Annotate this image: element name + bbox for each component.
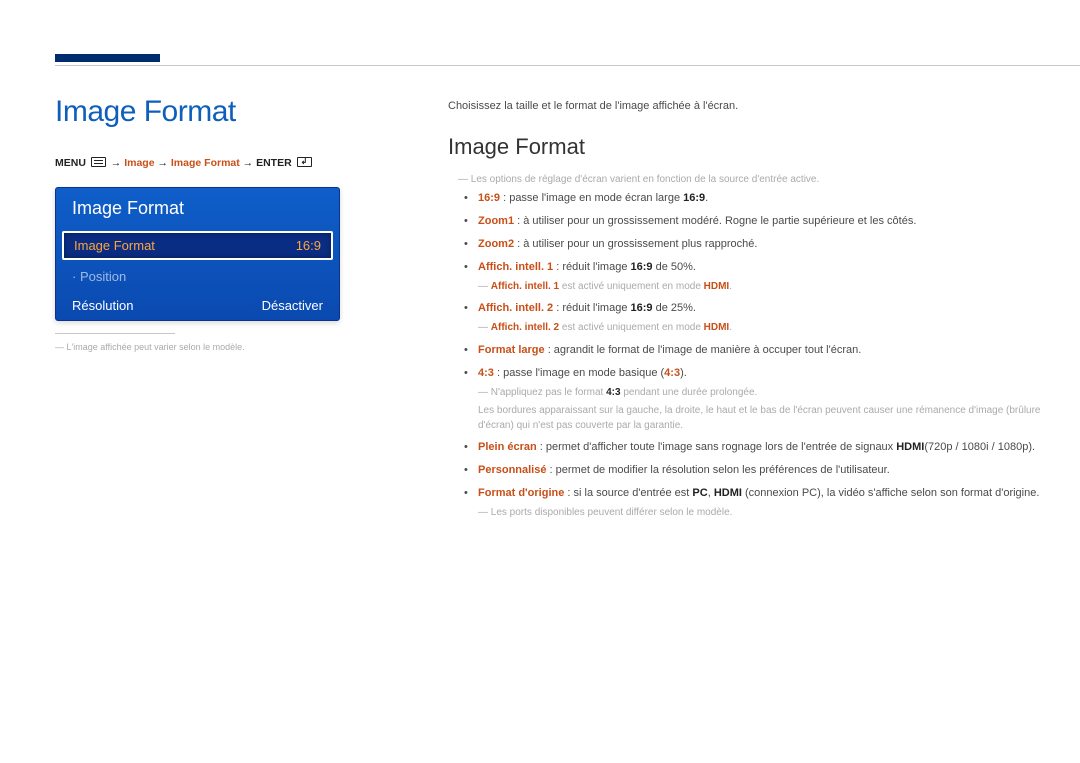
section-subtitle: Image Format (448, 134, 1045, 160)
opt-desc: : réduit l'image (553, 302, 630, 314)
opt-desc: : réduit l'image (553, 261, 630, 273)
opt-end: . (705, 192, 708, 204)
note-hdmi: HDMI (704, 322, 730, 333)
note-source-dependent: Les options de réglage d'écran varient e… (458, 174, 1045, 185)
menu-icon (91, 157, 106, 167)
osd-row-position[interactable]: Position (56, 262, 339, 291)
note-end: . (729, 281, 732, 292)
note-term: Affich. intell. 2 (491, 322, 559, 333)
opt-bold: 16:9 (683, 192, 705, 204)
opt-zoom1: Zoom1 : à utiliser pour un grossissement… (478, 214, 1045, 230)
breadcrumb-arrow1: → (111, 157, 124, 169)
opt-term: Format d'origine (478, 487, 564, 499)
opt-term: Zoom1 (478, 215, 514, 227)
opt-bold: 4:3 (664, 367, 680, 379)
opt-end: de 50%. (653, 261, 696, 273)
opt-desc: : permet d'afficher toute l'image sans r… (537, 441, 897, 453)
breadcrumb-image-format: Image Format (171, 157, 240, 169)
opt-bold: 16:9 (631, 302, 653, 314)
opt-original-note: Les ports disponibles peuvent différer s… (478, 506, 1045, 521)
opt-term: 4:3 (478, 367, 494, 379)
opt-smart1-note: Affich. intell. 1 est activé uniquement … (478, 280, 1045, 295)
opt-term: 16:9 (478, 192, 500, 204)
page-title: Image Format (55, 95, 365, 129)
opt-term: Format large (478, 344, 545, 356)
enter-icon (297, 157, 312, 167)
opt-term: Affich. intell. 2 (478, 302, 553, 314)
opt-smart2: Affich. intell. 2 : réduit l'image 16:9 … (478, 301, 1045, 335)
left-column: Image Format MENU → Image → Image Format… (55, 95, 365, 352)
opt-wide: Format large : agrandit le format de l'i… (478, 343, 1045, 359)
opt-4-3-note1: N'appliquez pas le format 4:3 pendant un… (478, 386, 1045, 401)
opt-desc: : agrandit le format de l'image de maniè… (545, 344, 862, 356)
opt-bold: HDMI (896, 441, 924, 453)
opt-smart2-note: Affich. intell. 2 est activé uniquement … (478, 321, 1045, 336)
opt-pc: PC (692, 487, 707, 499)
opt-term: Personnalisé (478, 464, 546, 476)
options-list: 16:9 : passe l'image en mode écran large… (478, 191, 1045, 520)
opt-bold: 16:9 (631, 261, 653, 273)
opt-term: Zoom2 (478, 238, 514, 250)
breadcrumb-menu: MENU (55, 157, 86, 169)
footnote-text: L'image affichée peut varier selon le mo… (55, 342, 365, 352)
opt-end: (connexion PC), la vidéo s'affiche selon… (742, 487, 1040, 499)
chapter-tab (55, 54, 160, 62)
breadcrumb: MENU → Image → Image Format → ENTER (55, 157, 365, 169)
osd-row-label: Position (72, 269, 126, 284)
opt-term: Affich. intell. 1 (478, 261, 553, 273)
opt-smart1: Affich. intell. 1 : réduit l'image 16:9 … (478, 260, 1045, 294)
note-bold: 4:3 (606, 387, 620, 398)
opt-desc: : permet de modifier la résolution selon… (546, 464, 889, 476)
opt-end: ). (680, 367, 687, 379)
intro-text: Choisissez la taille et le format de l'i… (448, 100, 1045, 112)
opt-desc: : à utiliser pour un grossissement modér… (514, 215, 916, 227)
top-divider (55, 65, 1080, 66)
opt-fullscreen: Plein écran : permet d'afficher toute l'… (478, 440, 1045, 456)
right-column: Choisissez la taille et le format de l'i… (448, 100, 1045, 527)
opt-4-3-note2: Les bordures apparaissant sur la gauche,… (478, 403, 1045, 433)
opt-original: Format d'origine : si la source d'entrée… (478, 486, 1045, 520)
osd-row-label: Résolution (72, 298, 133, 313)
opt-hdmi: HDMI (714, 487, 742, 499)
osd-row-label: Image Format (74, 238, 155, 253)
osd-row-value: Désactiver (262, 298, 323, 313)
opt-desc: : à utiliser pour un grossissement plus … (514, 238, 757, 250)
breadcrumb-arrow3: → (243, 157, 256, 169)
note-text: N'appliquez pas le format (491, 387, 606, 398)
note-end: . (729, 322, 732, 333)
opt-end: (720p / 1080i / 1080p). (924, 441, 1035, 453)
opt-4-3: 4:3 : passe l'image en mode basique (4:3… (478, 366, 1045, 433)
opt-desc: : si la source d'entrée est (564, 487, 692, 499)
note-hdmi: HDMI (704, 281, 730, 292)
opt-term: Plein écran (478, 441, 537, 453)
osd-row-resolution[interactable]: Résolution Désactiver (56, 291, 339, 320)
opt-desc: : passe l'image en mode basique ( (494, 367, 664, 379)
note-end: pendant une durée prolongée. (621, 387, 758, 398)
osd-panel: Image Format Image Format 16:9 Position … (55, 187, 340, 321)
note-text: est activé uniquement en mode (559, 322, 704, 333)
breadcrumb-image: Image (124, 157, 154, 169)
opt-custom: Personnalisé : permet de modifier la rés… (478, 463, 1045, 479)
opt-zoom2: Zoom2 : à utiliser pour un grossissement… (478, 237, 1045, 253)
opt-16-9: 16:9 : passe l'image en mode écran large… (478, 191, 1045, 207)
osd-row-image-format[interactable]: Image Format 16:9 (62, 231, 333, 260)
breadcrumb-enter: ENTER (256, 157, 292, 169)
osd-row-value: 16:9 (296, 238, 321, 253)
note-term: Affich. intell. 1 (491, 281, 559, 292)
opt-desc: : passe l'image en mode écran large (500, 192, 683, 204)
osd-panel-title: Image Format (56, 188, 339, 229)
opt-end: de 25%. (653, 302, 696, 314)
footnote-divider (55, 333, 175, 334)
note-text: est activé uniquement en mode (559, 281, 704, 292)
breadcrumb-arrow2: → (157, 157, 170, 169)
